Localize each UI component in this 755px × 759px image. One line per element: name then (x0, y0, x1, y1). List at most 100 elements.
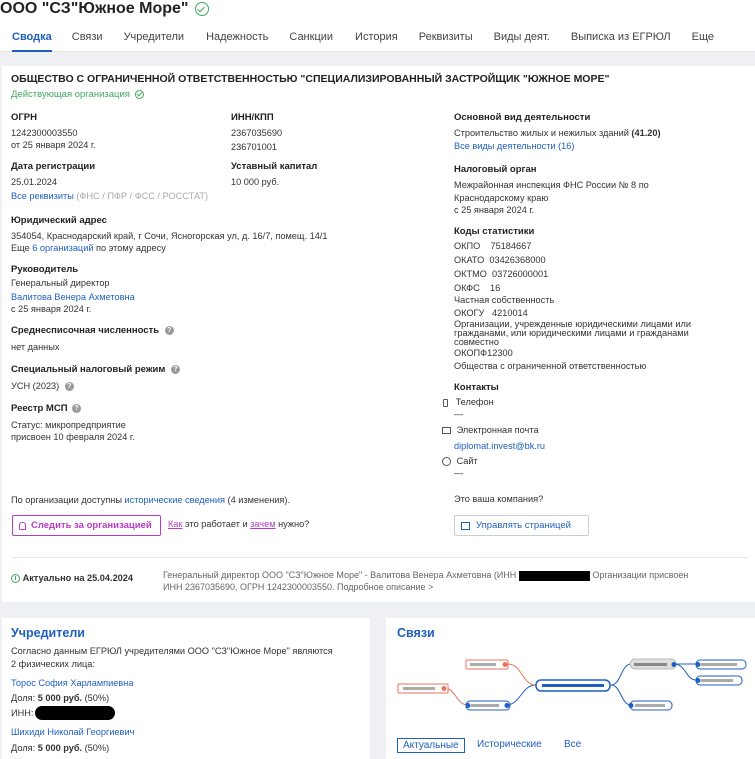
bell-icon (19, 521, 26, 530)
graph-node[interactable] (465, 700, 511, 711)
your-company-text: Это ваша компания? (454, 494, 544, 504)
tab-egrul-extract[interactable]: Выписка из ЕГРЮЛ (571, 24, 671, 52)
tax-authority-label: Налоговый орган (454, 164, 537, 175)
okfs-desc: Частная собственность (454, 295, 555, 305)
follow-button[interactable]: Следить за организацией (12, 515, 161, 536)
how-link[interactable]: Как (168, 519, 182, 529)
company-name: ООО "СЗ"Южное Море" (0, 0, 189, 17)
share-percent: (50%) (84, 743, 110, 753)
founder-share: Доля: 5 000 руб. (50%) (11, 743, 109, 755)
head-position: Генеральный директор (11, 278, 110, 288)
tax-authority-line2: Краснодарскому краю (454, 193, 549, 203)
full-company-name: ОБЩЕСТВО С ОГРАНИЧЕННОЙ ОТВЕТСТВЕННОСТЬЮ… (11, 73, 610, 85)
all-activities-link[interactable]: Все виды деятельности (16) (454, 141, 574, 153)
main-activity-code: (41.20) (631, 128, 661, 138)
graph-node[interactable] (628, 700, 673, 711)
address-value: 354054, Краснодарский край, г Сочи, Ясно… (11, 231, 328, 241)
graph-node[interactable] (629, 658, 677, 670)
founder-name-link[interactable]: Шихиди Николай Георгиевич (11, 727, 134, 739)
okpo-code: ОКПО 75184667 (454, 241, 532, 251)
history-link[interactable]: исторические сведения (125, 495, 225, 505)
page-header: ООО "СЗ"Южное Море" Сводка Связи Учредит… (0, 0, 755, 52)
main-activity-value: Строительство жилых и нежилых зданий (454, 128, 629, 138)
help-icon[interactable]: ? (171, 364, 181, 374)
requisites-sources: (ФНС / ПФР / ФСС / РОССТАТ) (76, 191, 209, 201)
all-requisites-link[interactable]: Все реквизиты (11, 191, 74, 201)
footer-description-line1: Генеральный директор ООО "СЗ"Южное Море"… (163, 570, 688, 581)
phone-value: — (454, 409, 464, 419)
head-since: с 25 января 2024 г. (11, 304, 92, 314)
oktmo-code: ОКТМО 03726000001 (454, 269, 549, 279)
same-address-orgs-link[interactable]: 6 организаций (32, 243, 93, 253)
employees-label-text: Среднесписочная численность (11, 325, 160, 336)
contacts-label: Контакты (454, 382, 499, 393)
address-more: Еще 6 организаций по этому адресу (11, 243, 166, 255)
inn-kpp-label: ИНН/КПП (231, 112, 274, 123)
head-name-link[interactable]: Валитова Венера Ахметовна (11, 292, 135, 304)
footer-description-line2[interactable]: ИНН 2367035690, ОГРН 1242300003550. Подр… (163, 582, 433, 592)
how-it-works: Как это работает и зачем нужно? (168, 519, 309, 531)
okogu-code: ОКОГУ 4210014 (454, 308, 528, 318)
info-icon: i (11, 574, 20, 584)
phone-row: Телефон (443, 397, 494, 409)
main-activity-label: Основной вид деятельности (454, 112, 591, 123)
tab-summary[interactable]: Сводка (12, 24, 52, 52)
tab-founders[interactable]: Учредители (124, 24, 185, 52)
tab-activities[interactable]: Виды деят. (494, 24, 550, 52)
reg-date-label: Дата регистрации (11, 161, 96, 172)
links-tab-current[interactable]: Актуальные (397, 738, 465, 753)
links-card: Связи Актуальные Исторические Все (386, 618, 755, 759)
footer-text-a: Генеральный директор ООО "СЗ"Южное Море"… (163, 570, 517, 580)
graph-node[interactable] (695, 675, 743, 686)
links-tab-all[interactable]: Все (564, 739, 581, 750)
graph-node[interactable] (695, 659, 747, 670)
phone-label: Телефон (455, 397, 494, 407)
tax-regime-value-text: УСН (2023) (11, 381, 60, 391)
help-icon[interactable]: ? (164, 325, 174, 335)
verified-check-icon (194, 2, 209, 16)
why-link[interactable]: зачем (250, 519, 275, 529)
okfs-code: ОКФС 16 (454, 283, 501, 293)
requisites-row: Все реквизиты (ФНС / ПФР / ФСС / РОССТАТ… (11, 191, 208, 203)
how-middle: это работает и (185, 519, 248, 529)
links-graph[interactable] (386, 648, 755, 738)
envelope-icon (442, 427, 451, 435)
tab-history[interactable]: История (355, 24, 398, 52)
msp-date: присвоен 10 февраля 2024 г. (11, 432, 135, 442)
links-tab-historical[interactable]: Исторические (477, 739, 542, 750)
history-prefix: По организации доступны (11, 495, 122, 505)
graph-node[interactable] (397, 683, 449, 694)
ogrn-label: ОГРН (11, 112, 37, 123)
okato-code: ОКАТО 03426368000 (454, 255, 546, 265)
site-value: — (454, 468, 464, 478)
history-note: По организации доступны исторические све… (11, 495, 290, 507)
phone-icon (443, 398, 448, 407)
manage-icon (461, 521, 470, 530)
tax-regime-label-text: Специальный налоговый режим (11, 364, 166, 375)
graph-node-center[interactable] (535, 679, 611, 692)
divider (12, 557, 748, 558)
email-label: Электронная почта (456, 425, 539, 435)
founders-title[interactable]: Учредители (11, 626, 85, 640)
manage-button-label: Управлять страницей (476, 520, 571, 531)
founder-name-link[interactable]: Торос София Харлампиевна (11, 678, 133, 690)
tab-links[interactable]: Связи (72, 24, 103, 52)
employees-label: Среднесписочная численность ? (11, 325, 174, 336)
tab-sanctions[interactable]: Санкции (289, 24, 333, 52)
graph-node[interactable] (465, 659, 509, 670)
capital-label: Уставный капитал (231, 161, 318, 172)
active-check-icon (134, 89, 144, 99)
tab-more[interactable]: Еще (692, 24, 714, 52)
help-icon[interactable]: ? (64, 382, 74, 392)
section-tabs: Сводка Связи Учредители Надежность Санкц… (0, 24, 755, 52)
help-icon[interactable]: ? (72, 403, 82, 413)
inn-value: 2367035690 (231, 128, 283, 138)
tab-requisites[interactable]: Реквизиты (419, 24, 473, 52)
email-link[interactable]: diplomat.invest@bk.ru (454, 441, 545, 453)
links-title[interactable]: Связи (397, 626, 435, 640)
share-amount: 5 000 руб. (37, 693, 83, 703)
manage-page-button[interactable]: Управлять страницей (454, 515, 589, 536)
share-percent: (50%) (84, 693, 110, 703)
ogrn-value: 1242300003550 (11, 128, 78, 138)
tab-reliability[interactable]: Надежность (206, 24, 268, 52)
